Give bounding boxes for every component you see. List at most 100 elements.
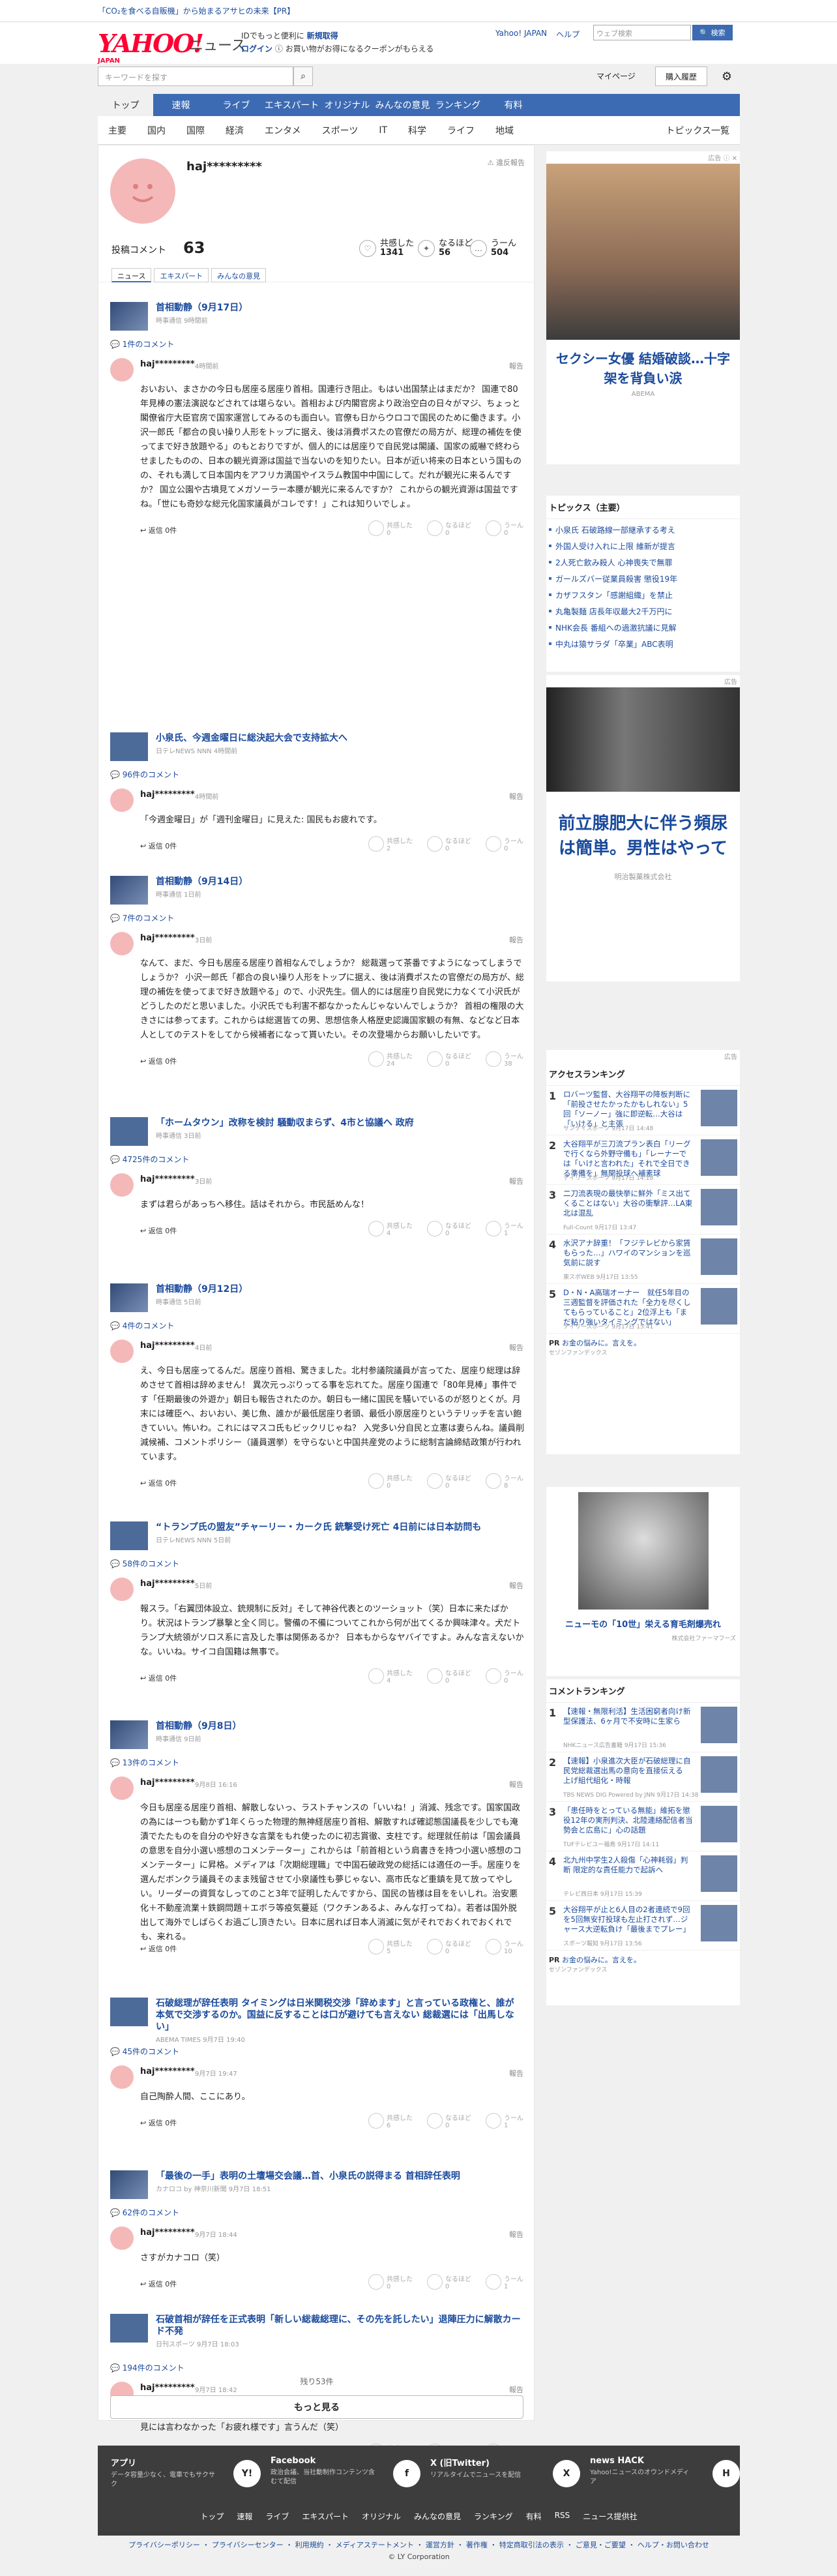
comment-count-link[interactable]: 💬 4725件のコメント xyxy=(110,1154,189,1165)
uun-button[interactable]: うーん 8 xyxy=(486,1473,523,1490)
cat-local[interactable]: 地域 xyxy=(485,124,524,137)
cat-science[interactable]: 科学 xyxy=(398,124,437,137)
footer-nav-link[interactable]: ライブ xyxy=(265,2511,289,2522)
footer-app-icon[interactable]: f xyxy=(393,2460,420,2487)
article-link[interactable]: 首相動静（9月17日） 時事通信 9時間前 xyxy=(110,302,248,331)
ranking-item[interactable]: 2 大谷翔平が三刀流プラン表白「リーグで行くなら外野守備も」「レーナーでは「いけと… xyxy=(546,1135,740,1185)
uun-button[interactable]: うーん0 xyxy=(486,520,523,537)
article-thumbnail[interactable] xyxy=(110,1283,148,1312)
ranking-item[interactable]: 3 二刀流表現の最快挙に鮮外「ミス出てくることはない」大谷の衝撃評…LA東北は混乱… xyxy=(546,1185,740,1235)
reply-button[interactable]: ↩ 返信 0件 xyxy=(140,841,177,851)
footer-nav-link[interactable]: 速報 xyxy=(237,2511,252,2522)
comment-username[interactable]: haj********* xyxy=(140,1778,195,1788)
footer-app-icon[interactable]: X xyxy=(553,2460,580,2487)
comment-count-link[interactable]: 💬 4件のコメント xyxy=(110,1320,174,1331)
naruhodo-button[interactable]: なるほど0 xyxy=(427,1473,471,1490)
comment-avatar[interactable] xyxy=(110,358,134,382)
comment-username[interactable]: haj********* xyxy=(140,359,195,369)
section-name[interactable]: ニュース xyxy=(189,34,246,55)
footer-nav-link[interactable]: トップ xyxy=(200,2511,224,2522)
article-title[interactable]: 首相動静（9月14日） xyxy=(156,876,248,888)
pr-link[interactable]: PR お金の悩みに。言えを。 セゾンファンデックス xyxy=(546,1951,740,1977)
rank-title[interactable]: 「患任時をとっている無能」維拓を懲役12年の実刑判決、北陸連絡配信者当勢会と広島… xyxy=(563,1806,694,1835)
footer-nav-link[interactable]: ランキング xyxy=(474,2511,513,2522)
news-search-input[interactable]: キーワードを探す xyxy=(98,67,293,86)
empathy-button[interactable]: 共感した 0 xyxy=(368,1473,413,1490)
comment-count-link[interactable]: 💬 13件のコメント xyxy=(110,1757,179,1768)
article-link[interactable]: 石破総理が辞任表明 タイミングは日米関税交渉「辞めます」と言っている政権と、誰が… xyxy=(110,1998,521,2044)
rank-thumbnail[interactable] xyxy=(701,1707,737,1743)
naruhodo-button[interactable]: なるほど0 xyxy=(427,2112,471,2129)
cat-world[interactable]: 国際 xyxy=(176,124,215,137)
comment-avatar[interactable] xyxy=(110,1776,134,1800)
comment-avatar[interactable] xyxy=(110,1340,134,1363)
article-thumbnail[interactable] xyxy=(110,1521,148,1550)
footer-nav-link[interactable]: みんなの意見 xyxy=(414,2511,461,2522)
mypage-link[interactable]: マイページ xyxy=(596,70,636,82)
rank-thumbnail[interactable] xyxy=(701,1238,737,1275)
topic-item[interactable]: カザフスタン「感謝組織」を禁止 xyxy=(546,587,740,603)
rank-thumbnail[interactable] xyxy=(701,1090,737,1126)
article-title[interactable]: 首相動静（9月8日） xyxy=(156,1720,241,1732)
rank-title[interactable]: ロバーツ監督、大谷翔平の降板判断に「前投させたかったかもしれない」5回「ソーノー… xyxy=(563,1090,694,1129)
article-thumbnail[interactable] xyxy=(110,2314,148,2343)
empathy-button[interactable]: 共感した 24 xyxy=(368,1051,413,1068)
cat-domestic[interactable]: 国内 xyxy=(137,124,176,137)
uun-button[interactable]: うーん0 xyxy=(486,835,523,852)
comment-count-link[interactable]: 💬 96件のコメント xyxy=(110,769,179,780)
rank-thumbnail[interactable] xyxy=(701,1139,737,1176)
article-link[interactable]: 首相動静（9月14日） 時事通信 1日前 xyxy=(110,876,248,905)
reply-button[interactable]: ↩ 返信 0件 xyxy=(140,1225,177,1236)
footer-app-icon[interactable]: H xyxy=(712,2460,740,2487)
comment-count-link[interactable]: 💬 1件のコメント xyxy=(110,338,174,350)
register-link[interactable]: 新規取得 xyxy=(307,31,338,40)
rank-title[interactable]: 二刀流表現の最快挙に鮮外「ミス出てくることはない」大谷の衝撃評…LA東北は混乱 xyxy=(563,1189,694,1218)
topic-item[interactable]: 外国人受け入れに上限 維新が提言 xyxy=(546,538,740,554)
login-link[interactable]: ログイン xyxy=(241,44,272,53)
top-promo-banner[interactable]: 「CO₂を食べる自販機」から始まるアサヒの未来【PR】 xyxy=(0,0,837,22)
gnav-top[interactable]: トップ xyxy=(98,94,153,116)
article-link[interactable]: 小泉氏、今週金曜日に総決起大会で支持拡大へ 日テレNEWS NNN 4時間前 xyxy=(110,732,347,761)
comment-username[interactable]: haj********* xyxy=(140,1579,195,1589)
footer-nav-link[interactable]: ニュース提供社 xyxy=(583,2511,637,2522)
topic-item[interactable]: 2人死亡飲み殺人 心神喪失で無罪 xyxy=(546,554,740,571)
article-thumbnail[interactable] xyxy=(110,302,148,331)
ad-image[interactable] xyxy=(578,1492,709,1610)
article-link[interactable]: 首相動静（9月12日） 時事通信 5日前 xyxy=(110,1283,248,1312)
rank-thumbnail[interactable] xyxy=(701,1756,737,1793)
load-more-button[interactable]: もっと見る xyxy=(110,2395,523,2419)
yahoo-logo[interactable]: YAHOO! xyxy=(98,29,204,58)
comment-count-link[interactable]: 💬 58件のコメント xyxy=(110,1558,179,1569)
article-link[interactable]: 首相動静（9月8日） 時事通信 9日前 xyxy=(110,1720,241,1749)
gnav-breaking[interactable]: 速報 xyxy=(153,94,209,116)
gnav-ranking[interactable]: ランキング xyxy=(430,94,486,116)
report-link[interactable]: 報告 xyxy=(509,791,523,801)
comment-avatar[interactable] xyxy=(110,2226,134,2250)
sidebar-ad-2[interactable]: 広告 前立腺肥大に伴う頻尿は簡単。男性はやって 明治製菓株式会社 xyxy=(546,675,740,981)
comment-count-link[interactable]: 💬 7件のコメント xyxy=(110,912,174,923)
search-button[interactable]: ⌕ xyxy=(293,67,313,86)
settings-button[interactable]: ⚙ xyxy=(717,67,737,86)
sidebar-ad-3[interactable]: ニューモの「10世」栄える育毛剤爆売れ 株式会社ファーマフーズ xyxy=(546,1487,740,1676)
footer-nav-link[interactable]: 有料 xyxy=(526,2511,542,2522)
ranking-item[interactable]: 3 「患任時をとっている無能」維拓を懲役12年の実刑判決、北陸連絡配信者当勢会と広… xyxy=(546,1802,740,1851)
rank-title[interactable]: 大谷翔平が三刀流プラン表白「リーグで行くなら外野守備も」「レーナーでは「いけと言… xyxy=(563,1139,694,1178)
rank-title[interactable]: 北九州中学生2人殺傷「心神耗弱」判断 限定的な責任能力で起訴へ xyxy=(563,1855,694,1875)
naruhodo-button[interactable]: なるほど0 xyxy=(427,835,471,852)
article-link[interactable]: “トランプ氏の盟友”チャーリー・カーク氏 銃撃受け死亡 4日前には日本訪問も 日テ… xyxy=(110,1521,481,1550)
topics-list-link[interactable]: トピックス一覧 xyxy=(655,124,740,137)
comment-avatar[interactable] xyxy=(110,932,134,955)
comment-username[interactable]: haj********* xyxy=(140,1341,195,1351)
comment-avatar[interactable] xyxy=(110,2065,134,2089)
naruhodo-button[interactable]: なるほど0 xyxy=(427,1938,471,1955)
article-thumbnail[interactable] xyxy=(110,876,148,905)
gnav-opinions[interactable]: みんなの意見 xyxy=(375,94,430,116)
pr-link[interactable]: PR お金の悩みに。言えを。 セゾンファンデックス xyxy=(546,1334,740,1360)
report-link[interactable]: 報告 xyxy=(509,361,523,371)
ranking-item[interactable]: 4 北九州中学生2人殺傷「心神耗弱」判断 限定的な責任能力で起訴へ テレビ西日本 9… xyxy=(546,1851,740,1901)
comment-username[interactable]: haj********* xyxy=(140,790,195,800)
uun-button[interactable]: うーん0 xyxy=(486,1668,523,1685)
yahoo-japan-link[interactable]: Yahoo! JAPAN xyxy=(495,29,547,40)
footer-app-icon[interactable]: Y! xyxy=(233,2460,261,2487)
ranking-item[interactable]: 5 D・N・A高瑞オーナー 就任5年目の三週監督を評価された「全力を尽くしてもらっ… xyxy=(546,1284,740,1334)
